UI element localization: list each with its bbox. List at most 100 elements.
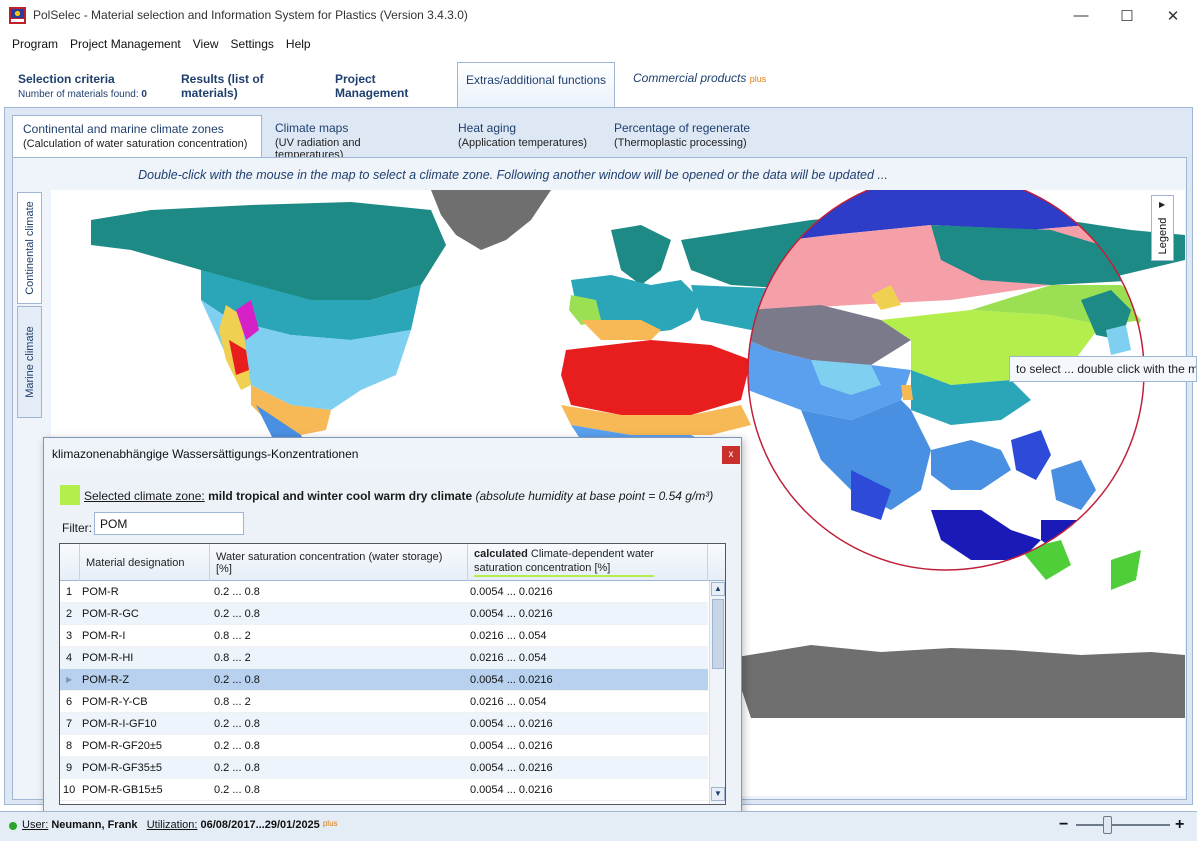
table-row[interactable]: 7 POM-R-I-GF10 0.2 ... 0.8 0.0054 ... 0.… <box>60 713 708 735</box>
menu-program[interactable]: Program <box>6 33 64 55</box>
subtab-climate-zones[interactable]: Continental and marine climate zones (Ca… <box>12 115 262 157</box>
dialog-close-button[interactable]: x <box>722 446 740 464</box>
water-saturation-dialog: klimazonenabhängige Wassersättigungs-Kon… <box>43 437 742 818</box>
col-water-saturation[interactable]: Water saturation concentration (water st… <box>210 544 468 581</box>
vtab-continental-label: Continental climate <box>23 201 36 295</box>
menu-project-management[interactable]: Project Management <box>64 33 187 55</box>
vtab-marine-label: Marine climate <box>23 326 36 398</box>
scroll-up-icon[interactable]: ▲ <box>711 582 725 596</box>
selected-zone-note: (absolute humidity at base point = 0.54 … <box>475 489 714 503</box>
row-number: 4 <box>66 652 73 664</box>
table-row-selected[interactable]: ▶ POM-R-Z 0.2 ... 0.8 0.0054 ... 0.0216 <box>60 669 708 691</box>
row-calc: 0.0054 ... 0.0216 <box>470 674 553 686</box>
subtab-heat-aging[interactable]: Heat aging (Application temperatures) <box>448 115 598 157</box>
selected-zone-label: Selected climate zone: <box>84 489 205 503</box>
row-water: 0.8 ... 2 <box>214 696 251 708</box>
row-water: 0.2 ... 0.8 <box>214 586 260 598</box>
tab-selection-criteria[interactable]: Selection criteria Number of materials f… <box>18 64 168 108</box>
greenland-region <box>431 190 551 250</box>
plus-badge: plus <box>749 74 767 84</box>
menu-settings[interactable]: Settings <box>225 33 280 55</box>
subtab-regenerate[interactable]: Percentage of regenerate (Thermoplastic … <box>604 115 774 157</box>
expand-arrow-icon: ▶ <box>1159 200 1166 209</box>
window-title: PolSelec - Material selection and Inform… <box>33 8 468 22</box>
row-number: 6 <box>66 696 73 708</box>
status-text: User: Neumann, Frank Utilization: 06/08/… <box>22 819 338 831</box>
row-calc: 0.0216 ... 0.054 <box>470 630 547 642</box>
row-material: POM-R-Z <box>82 674 130 686</box>
subtab-climate-zones-title: Continental and marine climate zones <box>23 122 224 136</box>
row-number: 3 <box>66 630 73 642</box>
vtab-marine[interactable]: Marine climate <box>17 306 42 418</box>
row-calc: 0.0054 ... 0.0216 <box>470 740 553 752</box>
close-window-button[interactable]: ✕ <box>1150 0 1196 31</box>
table-row[interactable]: 9 POM-R-GF35±5 0.2 ... 0.8 0.0054 ... 0.… <box>60 757 708 779</box>
row-water: 0.2 ... 0.8 <box>214 762 260 774</box>
menu-bar: Program Project Management View Settings… <box>0 33 1197 55</box>
table-row[interactable]: 1 POM-R 0.2 ... 0.8 0.0054 ... 0.0216 <box>60 581 708 603</box>
col-calculated-bold: calculated <box>474 548 528 560</box>
menu-view[interactable]: View <box>187 33 225 55</box>
subtab-regenerate-title: Percentage of regenerate <box>614 121 751 135</box>
app-logo-icon <box>9 7 26 24</box>
col-material[interactable]: Material designation <box>80 544 210 581</box>
grid-scrollbar[interactable]: ▲ ▼ <box>709 581 725 804</box>
table-row[interactable]: 3 POM-R-I 0.8 ... 2 0.0216 ... 0.054 <box>60 625 708 647</box>
tab-commercial-products[interactable]: Commercial products plus <box>633 62 773 106</box>
selected-zone-line: Selected climate zone: mild tropical and… <box>84 489 713 503</box>
minimize-button[interactable]: — <box>1058 0 1104 31</box>
row-material: POM-R <box>82 586 119 598</box>
row-calc: 0.0054 ... 0.0216 <box>470 586 553 598</box>
zoom-slider-thumb[interactable] <box>1103 816 1112 834</box>
row-calc: 0.0216 ... 0.054 <box>470 696 547 708</box>
materials-found-label: Number of materials found: <box>18 89 139 100</box>
row-water: 0.2 ... 0.8 <box>214 674 260 686</box>
scrollbar-thumb[interactable] <box>712 599 724 669</box>
tab-selection-label: Selection criteria <box>18 72 115 86</box>
zoom-slider-track[interactable] <box>1076 824 1170 826</box>
utilization-label: Utilization: <box>146 819 198 831</box>
filter-label: Filter: <box>62 521 92 535</box>
tab-project-management[interactable]: Project Management <box>335 64 450 108</box>
online-status-icon <box>9 822 17 830</box>
vtab-continental[interactable]: Continental climate <box>17 192 42 304</box>
row-number: 2 <box>66 608 73 620</box>
table-row[interactable]: 4 POM-R-HI 0.8 ... 2 0.0216 ... 0.054 <box>60 647 708 669</box>
sahara-region <box>561 340 751 415</box>
tab-extras[interactable]: Extras/additional functions <box>457 62 615 109</box>
row-water: 0.8 ... 2 <box>214 630 251 642</box>
map-hint: Double-click with the mouse in the map t… <box>138 168 888 182</box>
subtab-regenerate-sub: (Thermoplastic processing) <box>614 137 747 149</box>
new-zealand-region <box>1111 550 1141 590</box>
row-material: POM-R-GF35±5 <box>82 762 162 774</box>
table-row[interactable]: 6 POM-R-Y-CB 0.8 ... 2 0.0216 ... 0.054 <box>60 691 708 713</box>
materials-found-count: Number of materials found: 0 <box>18 89 168 100</box>
materials-grid: Material designation Water saturation co… <box>59 543 726 805</box>
tab-results[interactable]: Results (list of materials) <box>181 64 321 108</box>
table-row[interactable]: 10 POM-R-GB15±5 0.2 ... 0.8 0.0054 ... 0… <box>60 779 708 801</box>
utilization-period: 06/08/2017...29/01/2025 <box>200 819 320 831</box>
subtab-climate-maps-title: Climate maps <box>275 121 349 135</box>
antarctica-region <box>731 645 1185 718</box>
zoom-in-button[interactable]: + <box>1175 816 1184 834</box>
row-calc: 0.0216 ... 0.054 <box>470 652 547 664</box>
selected-zone-name: mild tropical and winter cool warm dry c… <box>208 489 473 503</box>
filter-input[interactable] <box>94 512 244 535</box>
maximize-button[interactable]: ☐ <box>1104 0 1150 31</box>
subtab-climate-maps[interactable]: Climate maps (UV radiation and temperatu… <box>265 115 435 161</box>
table-row[interactable]: 8 POM-R-GF20±5 0.2 ... 0.8 0.0054 ... 0.… <box>60 735 708 757</box>
menu-help[interactable]: Help <box>280 33 317 55</box>
legend-toggle[interactable]: ▶ Legend <box>1151 195 1174 261</box>
zoom-out-button[interactable]: − <box>1059 816 1068 834</box>
subtab-heat-aging-sub: (Application temperatures) <box>458 137 588 149</box>
scroll-down-icon[interactable]: ▼ <box>711 787 725 801</box>
title-bar: PolSelec - Material selection and Inform… <box>0 0 1197 31</box>
row-calc: 0.0054 ... 0.0216 <box>470 762 553 774</box>
materials-found-value: 0 <box>141 89 147 100</box>
row-calc: 0.0054 ... 0.0216 <box>470 608 553 620</box>
arctic-america-region <box>91 202 446 300</box>
table-row[interactable]: 2 POM-R-GC 0.2 ... 0.8 0.0054 ... 0.0216 <box>60 603 708 625</box>
dialog-body: Selected climate zone: mild tropical and… <box>44 470 741 817</box>
map-tooltip: to select ... double click with the mous… <box>1009 356 1197 382</box>
row-material: POM-R-I-GF10 <box>82 718 157 730</box>
